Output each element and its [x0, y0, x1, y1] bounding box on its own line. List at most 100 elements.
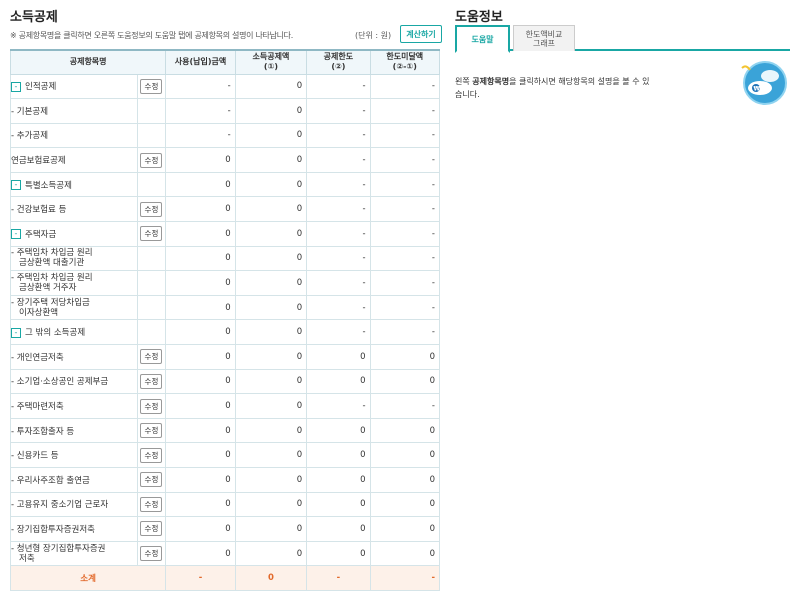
edit-button[interactable]: 수정: [140, 349, 163, 365]
edit-button[interactable]: 수정: [140, 201, 163, 217]
edit-cell: [136, 270, 167, 296]
edit-button[interactable]: 수정: [140, 496, 163, 512]
item-name[interactable]: - 개인연금저축: [10, 344, 138, 370]
used-amount: 0: [165, 368, 236, 395]
item-name[interactable]: - 주택자금: [10, 221, 138, 247]
table-row: - 기본공제 - 0 - -: [10, 98, 441, 124]
item-name[interactable]: - 추가공제: [10, 122, 138, 149]
edit-button[interactable]: 수정: [140, 447, 163, 463]
item-name[interactable]: - 고용유지 중소기업 근로자: [10, 491, 138, 518]
excess-amount: -: [369, 319, 441, 346]
item-name[interactable]: - 특별소득공제: [10, 171, 138, 198]
item-name[interactable]: - 건강보험료 등: [10, 196, 138, 223]
item-name[interactable]: - 주택마련저축: [10, 393, 138, 419]
edit-cell: 수정: [136, 442, 167, 468]
edit-button[interactable]: 수정: [140, 152, 163, 168]
table-header-row: 공제항목명 사용(납입)금액 소득공제액 (①) 공제한도 (②) 한도미달액 (②-…: [9, 49, 441, 75]
edit-button[interactable]: 수정: [140, 472, 163, 488]
header-limit: 공제한도 (②): [306, 49, 371, 75]
edit-button[interactable]: 수정: [140, 546, 163, 562]
collapse-icon[interactable]: -: [11, 81, 21, 92]
table-row: - 개인연금저축 수정 0 0 0 0: [10, 344, 441, 370]
used-amount: 0: [165, 516, 236, 542]
edit-cell: 수정: [136, 393, 167, 419]
deduction-amount: 0: [234, 491, 308, 518]
edit-cell: 수정: [136, 516, 167, 542]
item-name[interactable]: - 소기업·소상공인 공제부금: [10, 368, 138, 395]
edit-cell: [136, 319, 167, 346]
table-row: - 주택임차 차입금 원리 금상환액 거주자 0 0 - -: [10, 270, 441, 296]
collapse-icon[interactable]: -: [11, 180, 21, 191]
edit-button[interactable]: 수정: [140, 398, 163, 414]
excess-amount: -: [369, 122, 441, 149]
limit-amount: 0: [306, 516, 371, 542]
edit-button[interactable]: 수정: [140, 423, 163, 439]
table-row: - 특별소득공제 0 0 - -: [10, 171, 441, 198]
table-row: - 우리사주조합 출연금 수정 0 0 0 0: [10, 467, 441, 493]
calculate-button[interactable]: 계산하기: [400, 25, 442, 43]
used-amount: 0: [165, 319, 236, 346]
used-amount: 0: [165, 393, 236, 419]
edit-button[interactable]: 수정: [140, 226, 163, 242]
deduction-table: 공제항목명 사용(납입)금액 소득공제액 (①) 공제한도 (②) 한도미달액 (②-…: [9, 49, 441, 591]
edit-cell: [136, 122, 167, 149]
collapse-icon[interactable]: -: [11, 229, 21, 240]
item-name[interactable]: - 기본공제: [10, 98, 138, 124]
subtotal-excess: -: [369, 565, 441, 591]
item-name[interactable]: - 신용카드 등: [10, 442, 138, 468]
excess-amount: 0: [369, 368, 441, 395]
edit-button[interactable]: 수정: [140, 78, 163, 94]
deduction-amount: 0: [234, 147, 308, 173]
edit-cell: 수정: [136, 467, 167, 493]
collapse-icon[interactable]: -: [11, 327, 21, 338]
item-name[interactable]: -그 밖의 소득공제: [10, 319, 138, 346]
deduction-amount: 0: [234, 98, 308, 124]
deduction-amount: 0: [234, 467, 308, 493]
limit-amount: -: [306, 270, 371, 296]
deduction-amount: 0: [234, 540, 308, 567]
item-name[interactable]: - 인적공제: [10, 73, 138, 100]
edit-cell: 수정: [136, 147, 167, 173]
item-name[interactable]: - 투자조합출자 등: [10, 417, 138, 444]
item-name[interactable]: - 주택임차 차입금 원리 금상환액 거주자: [10, 270, 138, 296]
help-title: 도움정보: [455, 10, 503, 25]
table-row: - 추가공제 - 0 - -: [10, 122, 441, 149]
header-excess: 한도미달액 (②-①): [369, 49, 441, 75]
used-amount: 0: [165, 270, 236, 296]
excess-amount: -: [369, 393, 441, 419]
used-amount: 0: [165, 540, 236, 567]
limit-amount: 0: [306, 467, 371, 493]
edit-cell: [136, 245, 167, 272]
item-name[interactable]: - 주택임차 차입금 원리 금상환액 대출기관: [10, 245, 138, 272]
edit-cell: [136, 98, 167, 124]
item-name[interactable]: - 장기주택 저당차입금 이자상환액: [10, 294, 138, 321]
excess-amount: 0: [369, 491, 441, 518]
edit-button[interactable]: 수정: [140, 373, 163, 389]
table-row: 연금보험료공제 수정 0 0 - -: [10, 147, 441, 173]
excess-amount: 0: [369, 344, 441, 370]
table-row: - 건강보험료 등 수정 0 0 - -: [10, 196, 441, 223]
limit-amount: -: [306, 147, 371, 173]
item-name[interactable]: - 우리사주조합 출연금: [10, 467, 138, 493]
edit-button[interactable]: 수정: [140, 521, 163, 537]
deduction-amount: 0: [234, 516, 308, 542]
edit-cell: 수정: [136, 491, 167, 518]
used-amount: -: [165, 73, 236, 100]
used-amount: 0: [165, 221, 236, 247]
limit-amount: 0: [306, 344, 371, 370]
tab-limit-graph[interactable]: 한도액비교 그래프: [513, 25, 575, 51]
deduction-amount: 0: [234, 294, 308, 321]
subtotal-row: 소계 - 0 - -: [9, 565, 441, 591]
used-amount: -: [165, 98, 236, 124]
used-amount: 0: [165, 467, 236, 493]
item-name[interactable]: - 장기집합투자증권저축: [10, 516, 138, 542]
edit-cell: 수정: [136, 73, 167, 100]
svg-text:₩: ₩: [754, 86, 761, 93]
excess-amount: -: [369, 294, 441, 321]
item-name[interactable]: 연금보험료공제: [10, 147, 138, 173]
edit-cell: [136, 294, 167, 321]
tab-help[interactable]: 도움말: [455, 25, 510, 53]
instruction-note: ※ 공제항목명을 클릭하면 오른쪽 도움정보의 도움말 탭에 공제항목의 설명이…: [10, 31, 293, 40]
item-name[interactable]: - 청년형 장기집합투자증권 저축: [10, 540, 138, 567]
excess-amount: -: [369, 245, 441, 272]
